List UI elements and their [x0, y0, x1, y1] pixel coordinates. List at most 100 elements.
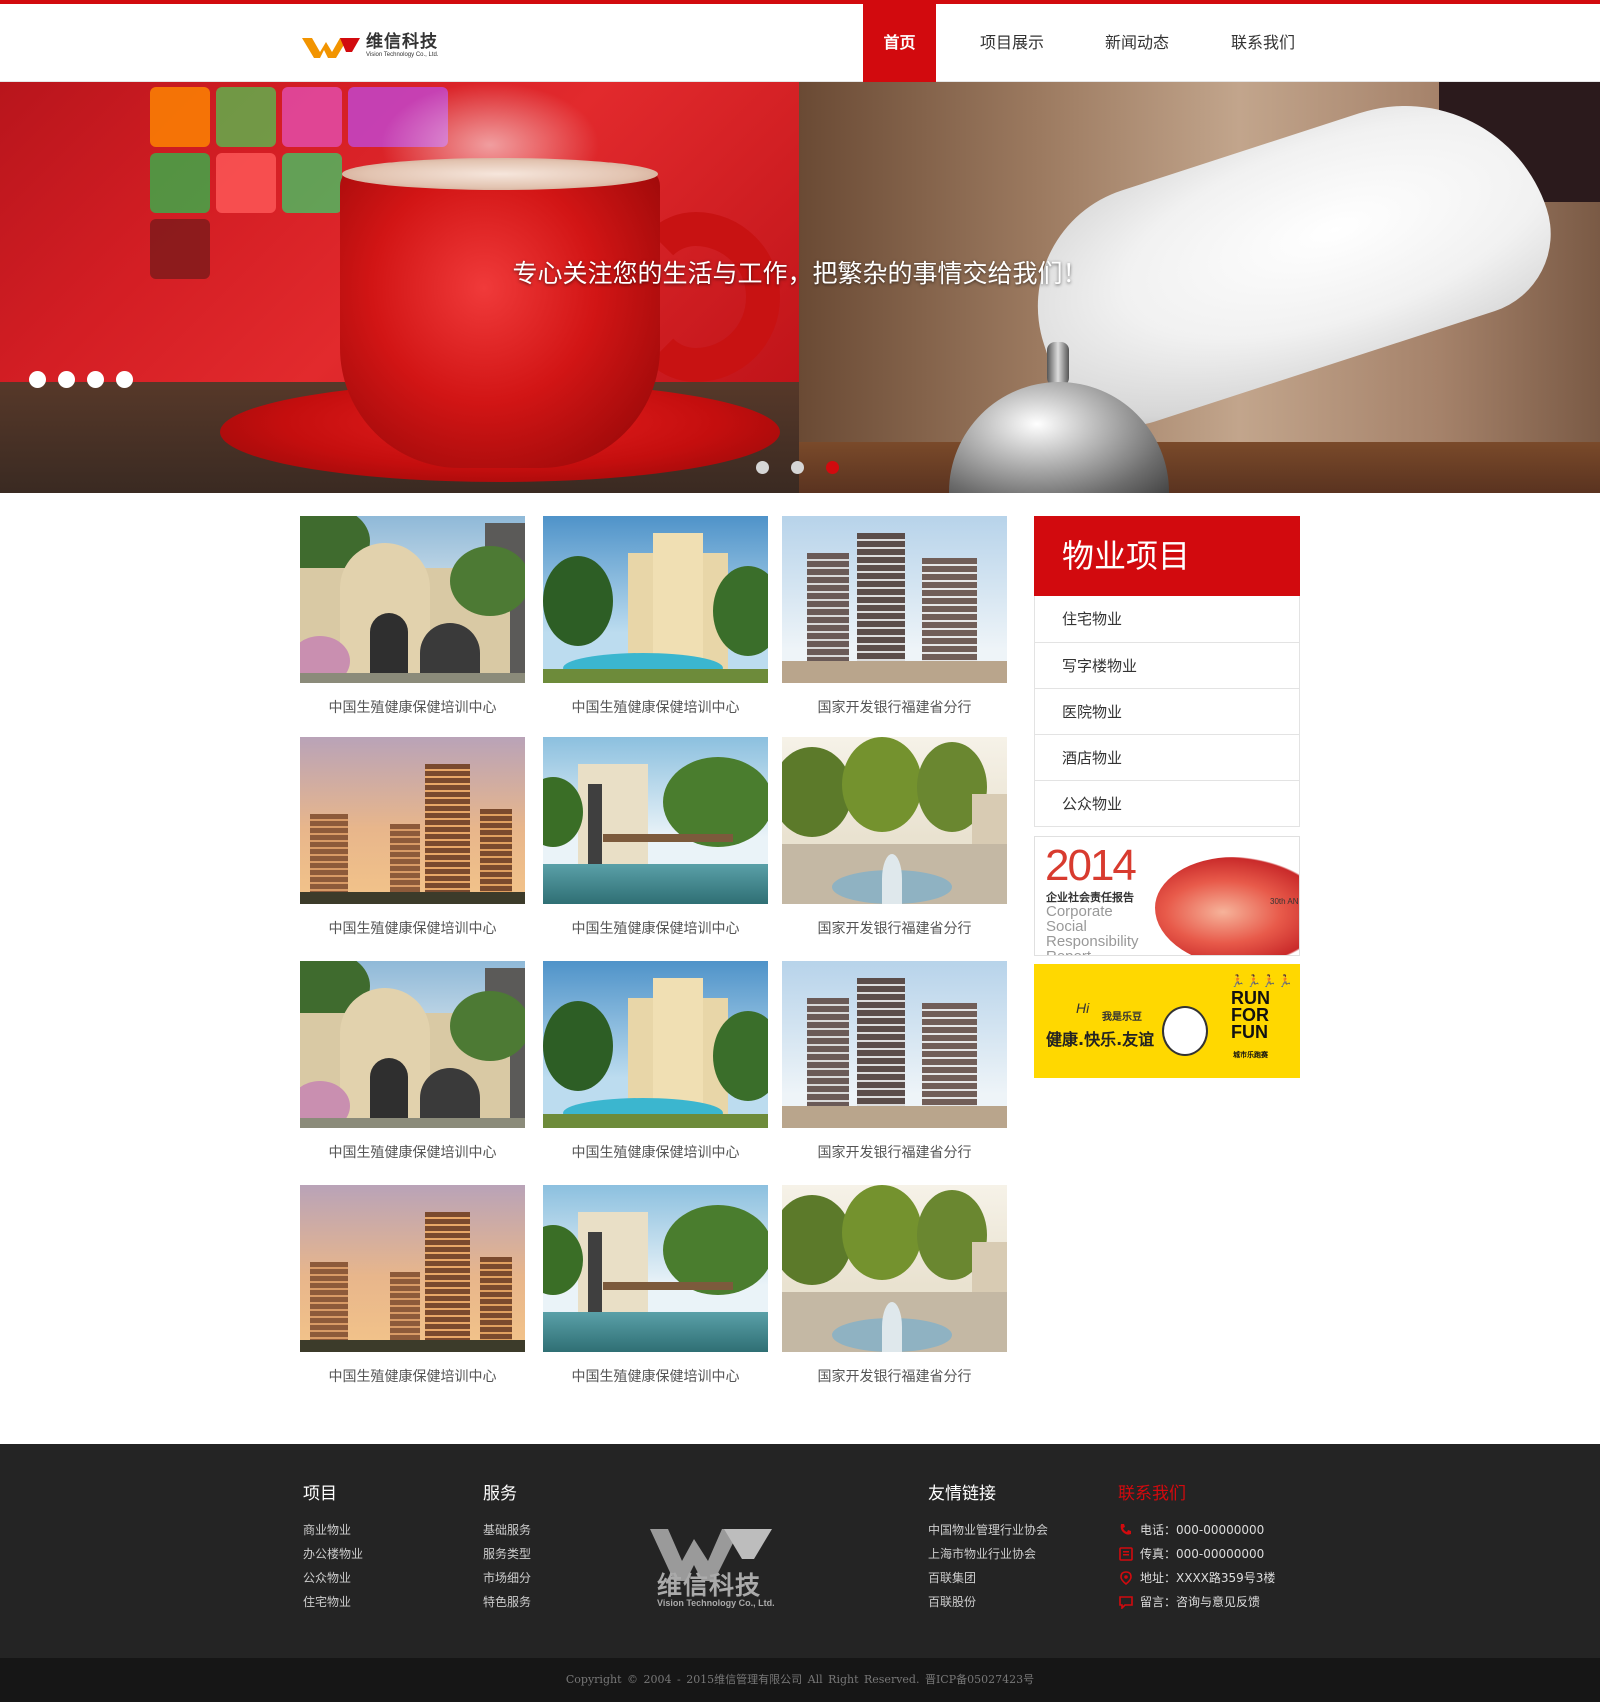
project-thumbnail[interactable]: [543, 516, 768, 683]
contact-message[interactable]: 留言：咨询与意见反馈: [1118, 1590, 1275, 1614]
sidebar-menu: 住宅物业 写字楼物业 医院物业 酒店物业 公众物业: [1034, 596, 1300, 827]
project-caption[interactable]: 中国生殖健康保健培训中心: [300, 918, 525, 938]
project-card[interactable]: 国家开发银行福建省分行: [782, 961, 1007, 1162]
project-caption[interactable]: 中国生殖健康保健培训中心: [300, 1142, 525, 1162]
footer-link[interactable]: 市场细分: [483, 1566, 531, 1590]
sidebar-item-hotel[interactable]: 酒店物业: [1035, 734, 1299, 780]
footer-link[interactable]: 办公楼物业: [303, 1542, 363, 1566]
nav-news[interactable]: 新闻动态: [1088, 0, 1186, 86]
project-caption[interactable]: 中国生殖健康保健培训中心: [543, 697, 768, 717]
contact-message-text: 留言：咨询与意见反馈: [1140, 1595, 1261, 1609]
mascot-icon: [1162, 1006, 1208, 1056]
report-year: 2014: [1045, 841, 1137, 890]
project-card[interactable]: 中国生殖健康保健培训中心: [300, 1185, 525, 1386]
project-card[interactable]: 中国生殖健康保健培训中心: [300, 961, 525, 1162]
fax-icon: [1119, 1547, 1133, 1561]
sidebar-item-public[interactable]: 公众物业: [1035, 780, 1299, 826]
project-thumbnail[interactable]: [300, 737, 525, 904]
slide-dot-1[interactable]: [756, 461, 769, 474]
footer-logo-subtitle: Vision Technology Co., Ltd.: [657, 1598, 775, 1608]
footer-friends-title: 友情链接: [928, 1484, 996, 1504]
footer-link[interactable]: 特色服务: [483, 1590, 531, 1614]
footer-link[interactable]: 基础服务: [483, 1518, 531, 1542]
report-art-graphic: [1155, 857, 1299, 955]
ad-slogan: 健康.快乐.友谊: [1046, 1030, 1155, 1049]
thumb-dot[interactable]: [116, 371, 133, 388]
thumb-dot[interactable]: [58, 371, 75, 388]
sidebar-item-residential[interactable]: 住宅物业: [1035, 596, 1299, 642]
logo-subtitle: Vision Technology Co., Ltd.: [366, 52, 439, 58]
project-thumbnail[interactable]: [782, 1185, 1007, 1352]
slide-dot-2[interactable]: [791, 461, 804, 474]
project-caption[interactable]: 中国生殖健康保健培训中心: [300, 1366, 525, 1386]
nav-home[interactable]: 首页: [863, 0, 936, 86]
project-thumbnail[interactable]: [300, 1185, 525, 1352]
project-card[interactable]: 中国生殖健康保健培训中心: [543, 1185, 768, 1386]
sidebar-item-hospital[interactable]: 医院物业: [1035, 688, 1299, 734]
slider-pagination: [756, 461, 839, 474]
footer-link[interactable]: 中国物业管理行业协会: [928, 1518, 1048, 1542]
project-card[interactable]: 国家开发银行福建省分行: [782, 737, 1007, 938]
footer-link[interactable]: 百联股份: [928, 1590, 1048, 1614]
thumb-dot[interactable]: [87, 371, 104, 388]
sidebar-title: 物业项目: [1034, 516, 1300, 596]
footer-contact: 联系我们 电话：000-00000000 传真：000-00000000 地址：…: [1118, 1479, 1275, 1614]
ad-small-text: 我是乐豆: [1102, 1012, 1142, 1023]
nav-projects[interactable]: 项目展示: [936, 0, 1088, 86]
run-line: FUN: [1231, 1022, 1268, 1042]
copyright-text: Copyright © 2004 - 2015维信管理有限公司 All Righ…: [565, 1673, 1035, 1686]
csr-report-banner[interactable]: 2014 企业社会责任报告 Corporate Social Responsib…: [1034, 836, 1300, 956]
project-caption[interactable]: 国家开发银行福建省分行: [782, 1366, 1007, 1386]
ad-hi: Hi: [1076, 1000, 1090, 1016]
phone-icon: [1120, 1524, 1131, 1535]
project-thumbnail[interactable]: [782, 737, 1007, 904]
site-logo[interactable]: 维信科技 Vision Technology Co., Ltd.: [302, 26, 439, 66]
contact-fax-text: 传真：000-00000000: [1140, 1547, 1265, 1561]
thumb-dot[interactable]: [29, 371, 46, 388]
run-for-fun-banner[interactable]: 🏃🏃🏃🏃 Hi 我是乐豆 健康.快乐.友谊 RUN FOR FUN 城市乐跑赛: [1034, 964, 1300, 1078]
hero-banner[interactable]: 专心关注您的生活与工作，把繁杂的事情交给我们！: [0, 82, 1600, 493]
project-card[interactable]: 中国生殖健康保健培训中心: [543, 961, 768, 1162]
footer-link[interactable]: 百联集团: [928, 1566, 1048, 1590]
footer-link[interactable]: 住宅物业: [303, 1590, 363, 1614]
project-card[interactable]: 国家开发银行福建省分行: [782, 516, 1007, 717]
project-card[interactable]: 中国生殖健康保健培训中心: [543, 737, 768, 938]
footer-link[interactable]: 商业物业: [303, 1518, 363, 1542]
project-thumbnail[interactable]: [543, 961, 768, 1128]
site-header: 维信科技 Vision Technology Co., Ltd. 首页 项目展示…: [0, 0, 1600, 86]
report-title-en: Corporate Social Responsibility Report: [1046, 903, 1139, 955]
project-card[interactable]: 中国生殖健康保健培训中心: [543, 516, 768, 717]
contact-phone: 电话：000-00000000: [1118, 1518, 1275, 1542]
footer-link[interactable]: 上海市物业行业协会: [928, 1542, 1048, 1566]
project-card[interactable]: 中国生殖健康保健培训中心: [300, 516, 525, 717]
banner-caption: 专心关注您的生活与工作，把繁杂的事情交给我们！: [512, 259, 1088, 288]
footer-link[interactable]: 服务类型: [483, 1542, 531, 1566]
project-caption[interactable]: 中国生殖健康保健培训中心: [543, 1142, 768, 1162]
banner-thumb-dots: [29, 371, 133, 388]
slide-dot-3-active[interactable]: [826, 461, 839, 474]
logo-name: 维信科技: [366, 32, 438, 52]
nav-contact[interactable]: 联系我们: [1186, 0, 1340, 86]
project-card[interactable]: 国家开发银行福建省分行: [782, 1185, 1007, 1386]
sidebar: 物业项目 住宅物业 写字楼物业 医院物业 酒店物业 公众物业 2014 企业社会…: [1034, 516, 1300, 1078]
project-caption[interactable]: 中国生殖健康保健培训中心: [543, 1366, 768, 1386]
project-caption[interactable]: 中国生殖健康保健培训中心: [543, 918, 768, 938]
project-thumbnail[interactable]: [543, 1185, 768, 1352]
run-for-fun-title: RUN FOR FUN: [1231, 989, 1270, 1042]
footer-link[interactable]: 公众物业: [303, 1566, 363, 1590]
chat-icon: [1119, 1596, 1133, 1609]
project-thumbnail[interactable]: [300, 961, 525, 1128]
project-thumbnail[interactable]: [300, 516, 525, 683]
site-footer: 项目 商业物业 办公楼物业 公众物业 住宅物业 服务 基础服务 服务类型 市场细…: [0, 1444, 1600, 1658]
project-caption[interactable]: 国家开发银行福建省分行: [782, 1142, 1007, 1162]
project-caption[interactable]: 中国生殖健康保健培训中心: [300, 697, 525, 717]
project-thumbnail[interactable]: [543, 737, 768, 904]
project-caption[interactable]: 国家开发银行福建省分行: [782, 918, 1007, 938]
project-caption[interactable]: 国家开发银行福建省分行: [782, 697, 1007, 717]
project-thumbnail[interactable]: [782, 961, 1007, 1128]
sidebar-item-office[interactable]: 写字楼物业: [1035, 642, 1299, 688]
project-card[interactable]: 中国生殖健康保健培训中心: [300, 737, 525, 938]
footer-friend-links: 友情链接 中国物业管理行业协会 上海市物业行业协会 百联集团 百联股份: [928, 1479, 1048, 1614]
report-tag: 30th AN: [1270, 897, 1299, 906]
project-thumbnail[interactable]: [782, 516, 1007, 683]
